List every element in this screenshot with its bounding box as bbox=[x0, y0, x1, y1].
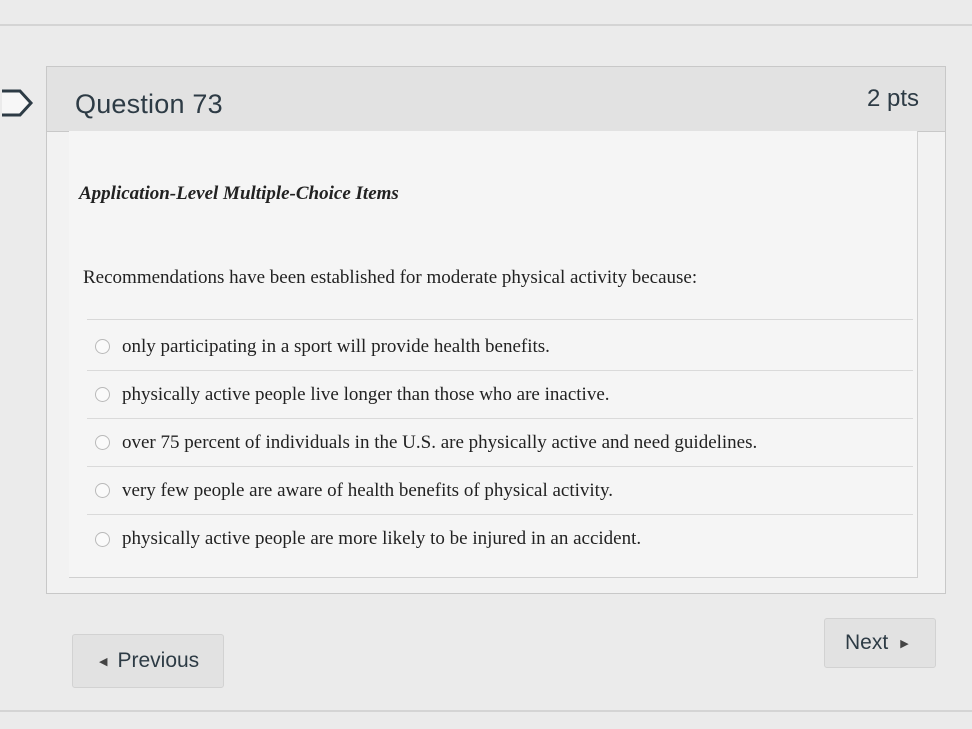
previous-arrow-icon: ◀ bbox=[99, 655, 108, 668]
question-header: Question 73 2 pts bbox=[47, 67, 945, 132]
question-points: 2 pts bbox=[866, 85, 919, 112]
question-card: Question 73 2 pts Application-Level Mult… bbox=[46, 66, 946, 594]
radio-button[interactable] bbox=[95, 435, 110, 450]
answer-label: physically active people are more likely… bbox=[122, 528, 642, 549]
answer-option-1[interactable]: only participating in a sport will provi… bbox=[87, 323, 913, 371]
radio-button[interactable] bbox=[95, 339, 110, 354]
question-category: Application-Level Multiple-Choice Items bbox=[79, 183, 399, 204]
previous-button-label: Previous bbox=[117, 649, 200, 672]
bottom-divider bbox=[0, 710, 972, 712]
answer-label: physically active people live longer tha… bbox=[122, 383, 610, 405]
answers-divider bbox=[87, 319, 913, 320]
radio-button[interactable] bbox=[95, 483, 110, 498]
top-divider bbox=[0, 24, 972, 26]
radio-button[interactable] bbox=[95, 531, 110, 547]
previous-button[interactable]: ◀ Previous bbox=[72, 634, 224, 688]
next-arrow-icon: ▶ bbox=[900, 637, 909, 650]
answer-label: very few people are aware of health bene… bbox=[122, 479, 613, 501]
answer-list: only participating in a sport will provi… bbox=[87, 323, 913, 563]
next-button-label: Next bbox=[845, 631, 889, 654]
bookmark-flag-icon[interactable] bbox=[0, 88, 34, 118]
answer-label: over 75 percent of individuals in the U.… bbox=[122, 431, 758, 453]
answer-label: only participating in a sport will provi… bbox=[122, 335, 550, 357]
answer-option-3[interactable]: over 75 percent of individuals in the U.… bbox=[87, 419, 913, 467]
next-button[interactable]: Next ▶ bbox=[824, 618, 936, 668]
answer-option-4[interactable]: very few people are aware of health bene… bbox=[87, 467, 913, 515]
answer-option-2[interactable]: physically active people live longer tha… bbox=[87, 371, 913, 419]
question-body: Application-Level Multiple-Choice Items … bbox=[69, 131, 918, 578]
radio-button[interactable] bbox=[95, 387, 110, 402]
question-title: Question 73 bbox=[75, 89, 223, 119]
answer-option-5[interactable]: physically active people are more likely… bbox=[87, 515, 913, 563]
question-prompt: Recommendations have been established fo… bbox=[83, 267, 698, 288]
